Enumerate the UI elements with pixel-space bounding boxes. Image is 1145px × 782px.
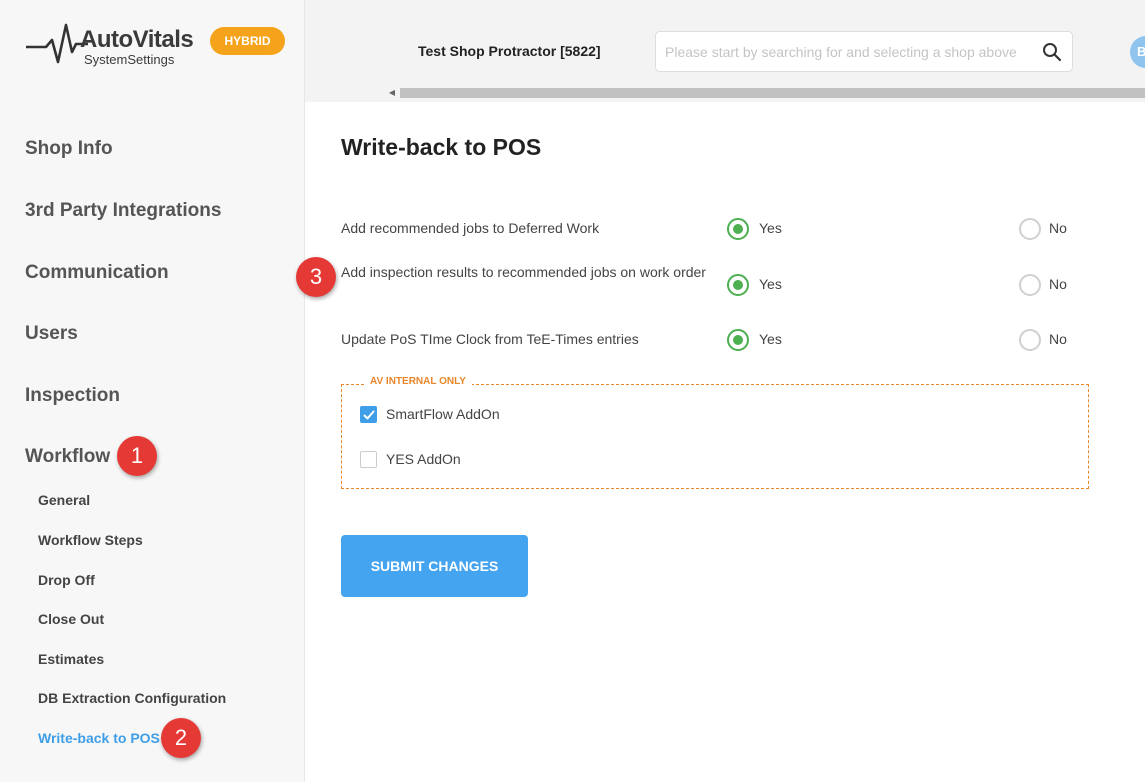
scrollbar-thumb[interactable] — [400, 88, 1145, 98]
heartbeat-logo-icon — [26, 23, 88, 64]
shop-search-input[interactable] — [665, 42, 1041, 62]
option-inspection-results-yes-radio[interactable] — [727, 274, 749, 296]
sidebar-subitem-write-back-to-pos[interactable]: Write-back to POS — [38, 730, 160, 746]
autovitals-logo[interactable]: AutoVitals SystemSettings HYBRID — [26, 22, 296, 72]
submit-changes-button[interactable]: SUBMIT CHANGES — [341, 535, 528, 597]
current-shop-name: Test Shop Protractor [5822] — [418, 43, 601, 59]
horizontal-scrollbar[interactable]: ◀ — [386, 86, 1145, 100]
option-time-clock-yes-radio[interactable] — [727, 329, 749, 351]
sidebar-item-workflow[interactable]: Workflow — [25, 446, 110, 468]
smartflow-addon-label[interactable]: SmartFlow AddOn — [386, 406, 500, 422]
annotation-marker-2: 2 — [161, 718, 201, 758]
sidebar-subitem-estimates[interactable]: Estimates — [38, 651, 104, 667]
sidebar-item-3rd-party-integrations[interactable]: 3rd Party Integrations — [25, 200, 221, 222]
option-label-inspection-results: Add inspection results to recommended jo… — [341, 264, 706, 280]
yes-addon-label[interactable]: YES AddOn — [386, 451, 461, 467]
sidebar-subitem-drop-off[interactable]: Drop Off — [38, 572, 95, 588]
scroll-left-arrow-icon[interactable]: ◀ — [386, 88, 398, 98]
option-inspection-results-no-label[interactable]: No — [1049, 276, 1067, 292]
user-avatar[interactable]: B — [1130, 36, 1145, 68]
sidebar-item-shop-info[interactable]: Shop Info — [25, 138, 113, 160]
sidebar-item-inspection[interactable]: Inspection — [25, 385, 120, 407]
option-label-deferred-work: Add recommended jobs to Deferred Work — [341, 220, 600, 236]
option-deferred-work-yes-radio[interactable] — [727, 218, 749, 240]
checkmark-icon — [363, 410, 375, 420]
top-header: Test Shop Protractor [5822] B ◀ — [305, 0, 1145, 102]
smartflow-addon-checkbox[interactable] — [360, 406, 377, 423]
sidebar: AutoVitals SystemSettings HYBRID Shop In… — [0, 0, 305, 782]
sidebar-subitem-db-extraction[interactable]: DB Extraction Configuration — [38, 690, 226, 706]
yes-addon-checkbox[interactable] — [360, 451, 377, 468]
brand-subtitle: SystemSettings — [84, 52, 175, 67]
option-time-clock-no-label[interactable]: No — [1049, 331, 1067, 347]
annotation-marker-3: 3 — [296, 257, 336, 297]
option-inspection-results-no-radio[interactable] — [1019, 274, 1041, 296]
sidebar-item-users[interactable]: Users — [25, 323, 78, 345]
av-internal-legend: AV INTERNAL ONLY — [364, 376, 472, 387]
option-deferred-work-no-radio[interactable] — [1019, 218, 1041, 240]
av-internal-fieldset — [341, 384, 1089, 489]
option-time-clock-yes-label[interactable]: Yes — [759, 331, 782, 347]
sidebar-item-communication[interactable]: Communication — [25, 262, 169, 284]
option-deferred-work-no-label[interactable]: No — [1049, 220, 1067, 236]
option-deferred-work-yes-label[interactable]: Yes — [759, 220, 782, 236]
sidebar-subitem-close-out[interactable]: Close Out — [38, 611, 104, 627]
option-inspection-results-yes-label[interactable]: Yes — [759, 276, 782, 292]
option-time-clock-no-radio[interactable] — [1019, 329, 1041, 351]
hybrid-badge: HYBRID — [210, 27, 285, 55]
page-title: Write-back to POS — [341, 134, 542, 160]
annotation-marker-1: 1 — [117, 436, 157, 476]
sidebar-subitem-workflow-steps[interactable]: Workflow Steps — [38, 532, 143, 548]
option-label-time-clock: Update PoS TIme Clock from TeE-Times ent… — [341, 331, 639, 347]
shop-search[interactable] — [655, 31, 1073, 72]
sidebar-subitem-general[interactable]: General — [38, 492, 90, 508]
search-icon[interactable] — [1042, 42, 1062, 62]
brand-name: AutoVitals — [80, 26, 194, 53]
